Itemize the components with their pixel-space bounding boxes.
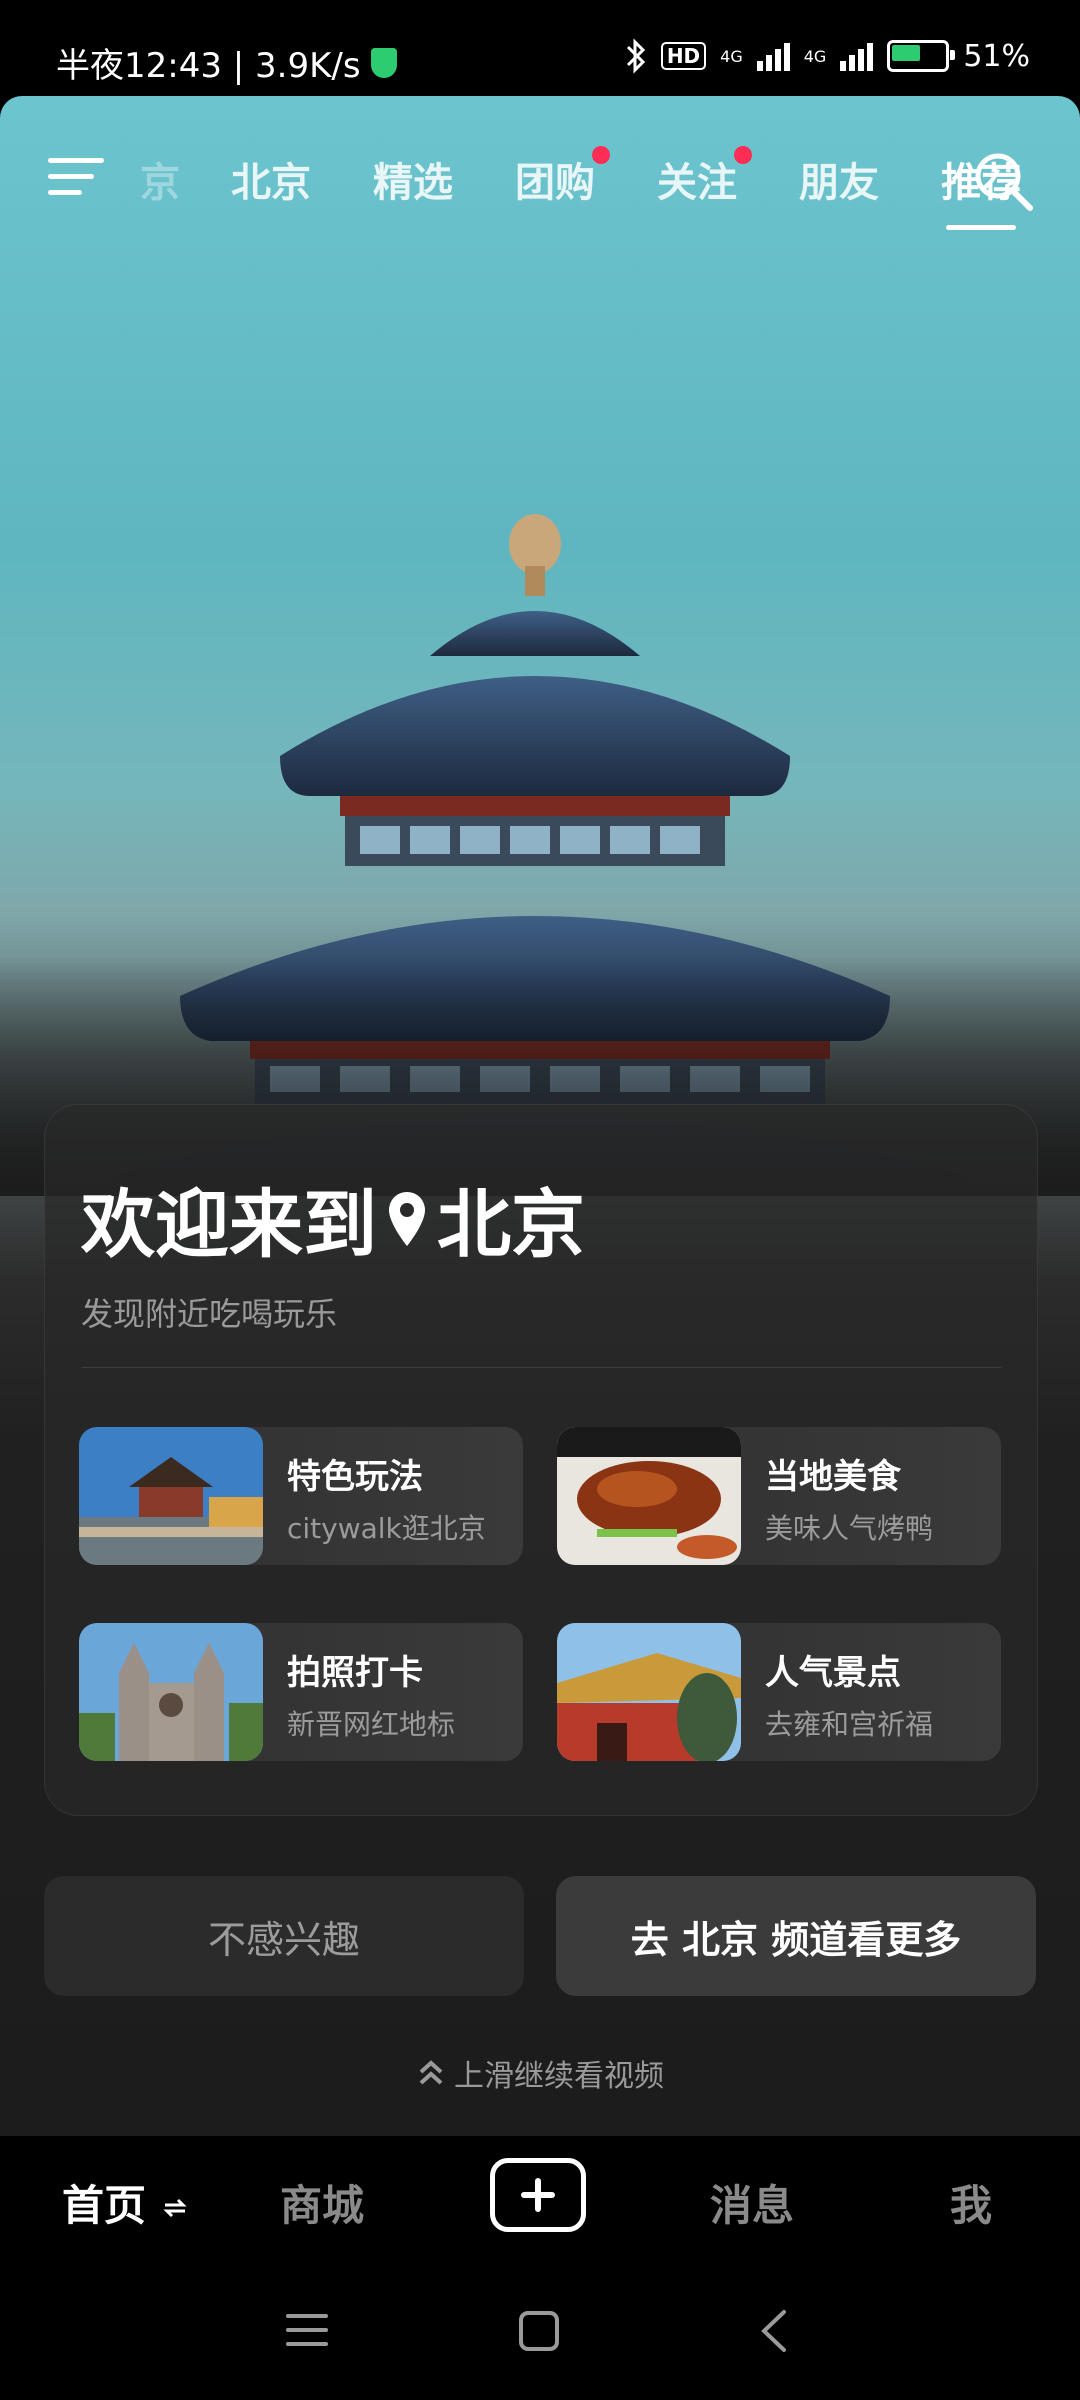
back-icon[interactable] [756,2308,790,2354]
tab-friends[interactable]: 朋友 [768,150,910,208]
tab-label: 团购 [515,160,595,206]
status-bar: 半夜12:43 | 3.9K/s HD 4G 4G 51% [0,0,1080,96]
nav-home[interactable]: 首页 [62,2172,187,2233]
channel-tabs: 京 北京 精选 团购 关注 朋友 推荐 [140,146,1052,230]
home-icon[interactable] [518,2310,560,2352]
feature-card-local-food[interactable]: 当地美食 美味人气烤鸭 [557,1427,1001,1565]
menu-icon[interactable] [48,158,104,202]
nav-mall[interactable]: 商城 [280,2172,364,2233]
welcome-subtitle: 发现附近吃喝玩乐 [81,1295,338,1333]
church-photo [79,1623,263,1761]
welcome-city: 北京 [437,1182,585,1268]
tab-following[interactable]: 关注 [626,146,768,208]
network-label-2: 4G [803,46,827,66]
double-chevron-up-icon [419,2060,443,2085]
go-channel-button[interactable]: 去 北京 频道看更多 [556,1876,1036,1996]
feature-title: 当地美食 [765,1457,901,1497]
temple-of-heaven-image [0,514,1080,1196]
tab-faded[interactable]: 京 [140,150,200,208]
tab-beijing[interactable]: 北京 [200,150,342,208]
status-time: 半夜12:43 | 3.9K/s [56,46,361,86]
battery-level: 51% [963,38,1030,74]
shield-icon [370,47,397,78]
status-right: HD 4G 4G 51% [625,38,1030,74]
corner-tower-photo [79,1427,263,1565]
nav-messages[interactable]: 消息 [710,2172,794,2233]
feature-title: 人气景点 [765,1653,901,1693]
feature-subtitle: 美味人气烤鸭 [765,1512,934,1545]
location-pin-icon [389,1191,425,1246]
tab-featured[interactable]: 精选 [342,150,484,208]
roast-duck-photo [557,1427,741,1565]
feature-subtitle: 新晋网红地标 [287,1708,456,1741]
feature-card-attractions[interactable]: 人气景点 去雍和宫祈福 [557,1623,1001,1761]
welcome-title: 欢迎来到 北京 [81,1165,585,1272]
plus-icon [521,2178,555,2212]
recent-apps-icon[interactable] [286,2310,328,2350]
signal-icon-2 [840,41,874,71]
battery-icon [887,40,956,72]
tab-label: 朋友 [799,160,879,206]
bluetooth-icon [626,38,645,74]
top-nav: 京 北京 精选 团购 关注 朋友 推荐 [0,128,1080,230]
feature-subtitle: 去雍和宫祈福 [765,1708,934,1741]
feed-screen: 京 北京 精选 团购 关注 朋友 推荐 欢迎来到 北京 发现附近吃喝玩乐 特色玩… [0,96,1080,2136]
status-left: 半夜12:43 | 3.9K/s [56,38,397,87]
notification-dot [734,146,752,164]
swipe-hint-text: 上滑继续看视频 [454,2059,664,2094]
nav-home-label: 首页 [62,2181,147,2230]
feature-title: 拍照打卡 [287,1653,423,1693]
nav-me[interactable]: 我 [950,2172,992,2233]
tab-label: 精选 [373,160,453,206]
switch-arrows-icon [163,2198,187,2218]
network-label: 4G [720,46,743,66]
not-interested-button[interactable]: 不感兴趣 [44,1876,524,1996]
create-post-button[interactable] [490,2158,586,2232]
feature-card-special-play[interactable]: 特色玩法 citywalk逛北京 [79,1427,523,1565]
signal-icon [756,41,790,71]
tab-group-buy[interactable]: 团购 [484,146,626,208]
feature-title: 特色玩法 [287,1457,423,1497]
feature-card-photo-checkin[interactable]: 拍照打卡 新晋网红地标 [79,1623,523,1761]
divider [81,1367,1001,1368]
bottom-nav: 首页 商城 消息 我 [0,2136,1080,2266]
city-welcome-card: 欢迎来到 北京 发现附近吃喝玩乐 特色玩法 citywalk逛北京 当地美食 美… [44,1104,1038,1816]
hd-badge: HD [660,42,707,70]
temple-photo [557,1623,741,1761]
welcome-prefix: 欢迎来到 [81,1182,377,1268]
swipe-hint: 上滑继续看视频 [0,2051,1080,2095]
feature-subtitle: citywalk逛北京 [287,1512,486,1545]
tab-label: 关注 [657,160,737,206]
notification-dot [592,146,610,164]
system-nav-bar [0,2266,1080,2400]
search-icon[interactable] [972,150,1034,212]
tab-label: 北京 [231,160,311,206]
